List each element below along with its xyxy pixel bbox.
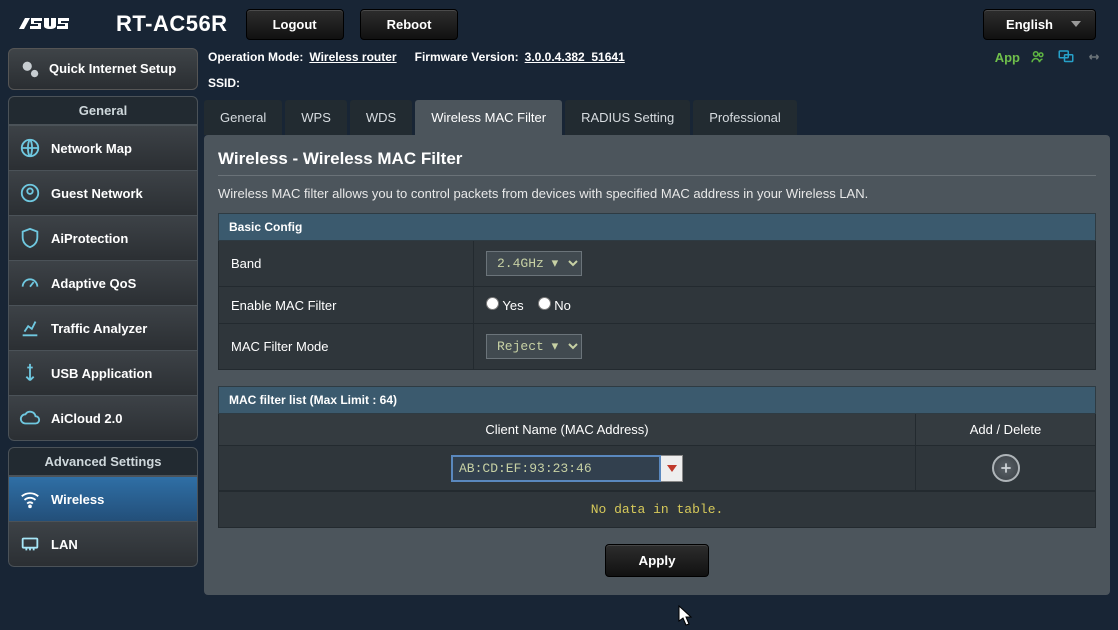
tab-radius[interactable]: RADIUS Setting bbox=[565, 100, 690, 135]
enable-yes-radio[interactable] bbox=[486, 297, 499, 310]
no-data-row: No data in table. bbox=[218, 491, 1096, 528]
model-name: RT-AC56R bbox=[116, 11, 228, 37]
enable-no-option[interactable]: No bbox=[538, 297, 571, 313]
tab-wps[interactable]: WPS bbox=[285, 100, 347, 135]
status-bar: Operation Mode: Wireless router Firmware… bbox=[204, 48, 1110, 96]
apply-button[interactable]: Apply bbox=[605, 544, 708, 577]
sidebar-item-wireless[interactable]: Wireless bbox=[8, 476, 198, 522]
band-label: Band bbox=[219, 241, 474, 287]
sidebar-item-guest-network[interactable]: Guest Network bbox=[8, 171, 198, 216]
sidebar-item-network-map[interactable]: Network Map bbox=[8, 125, 198, 171]
mac-filter-list: MAC filter list (Max Limit : 64) Client … bbox=[218, 386, 1096, 491]
screens-icon[interactable] bbox=[1056, 48, 1076, 66]
tab-general[interactable]: General bbox=[204, 100, 282, 135]
sidebar-item-label: Wireless bbox=[51, 492, 104, 507]
logout-button[interactable]: Logout bbox=[246, 9, 344, 40]
tab-professional[interactable]: Professional bbox=[693, 100, 797, 135]
top-bar: RT-AC56R Logout Reboot English bbox=[0, 0, 1118, 48]
plus-icon bbox=[999, 461, 1013, 475]
language-select[interactable]: English bbox=[983, 9, 1096, 40]
sidebar-item-traffic-analyzer[interactable]: Traffic Analyzer bbox=[8, 306, 198, 351]
sidebar-item-label: Adaptive QoS bbox=[51, 276, 136, 291]
page-title: Wireless - Wireless MAC Filter bbox=[218, 149, 1096, 169]
col-client: Client Name (MAC Address) bbox=[219, 414, 916, 446]
add-button[interactable] bbox=[992, 454, 1020, 482]
chevron-down-icon bbox=[1071, 21, 1081, 27]
divider bbox=[218, 175, 1096, 176]
gears-icon bbox=[19, 58, 41, 80]
mac-combo bbox=[451, 455, 683, 482]
op-mode-link[interactable]: Wireless router bbox=[309, 50, 396, 64]
fw-label: Firmware Version: bbox=[415, 50, 519, 64]
globe-user-icon bbox=[19, 182, 41, 204]
content-panel: Wireless - Wireless MAC Filter Wireless … bbox=[204, 135, 1110, 595]
sidebar-item-label: Traffic Analyzer bbox=[51, 321, 147, 336]
basic-config-header: Basic Config bbox=[219, 214, 1096, 241]
cursor-icon bbox=[678, 605, 694, 630]
sidebar-item-label: Network Map bbox=[51, 141, 132, 156]
mac-dropdown-button[interactable] bbox=[661, 455, 683, 482]
sidebar-general-header: General bbox=[8, 96, 198, 125]
usb-status-icon[interactable] bbox=[1084, 48, 1104, 66]
usb-icon bbox=[19, 362, 41, 384]
op-mode-label: Operation Mode: bbox=[208, 50, 303, 64]
enable-yes-option[interactable]: Yes bbox=[486, 297, 524, 313]
band-select[interactable]: 2.4GHz ▾ bbox=[486, 251, 582, 276]
chart-icon bbox=[19, 317, 41, 339]
sidebar-advanced-group: Wireless LAN bbox=[8, 476, 198, 567]
page-desc: Wireless MAC filter allows you to contro… bbox=[218, 186, 1096, 201]
tabs: General WPS WDS Wireless MAC Filter RADI… bbox=[204, 100, 1110, 135]
mode-label: MAC Filter Mode bbox=[219, 324, 474, 370]
sidebar-general-group: Network Map Guest Network AiProtection A… bbox=[8, 125, 198, 441]
status-icons: App bbox=[995, 48, 1104, 66]
brand bbox=[18, 12, 88, 36]
sidebar-item-usb-application[interactable]: USB Application bbox=[8, 351, 198, 396]
sidebar-item-label: AiProtection bbox=[51, 231, 128, 246]
chevron-down-icon bbox=[667, 465, 677, 472]
sidebar-item-aiprotection[interactable]: AiProtection bbox=[8, 216, 198, 261]
sidebar-item-label: LAN bbox=[51, 537, 78, 552]
sidebar-item-label: AiCloud 2.0 bbox=[51, 411, 123, 426]
basic-config-table: Basic Config Band 2.4GHz ▾ Enable MAC Fi… bbox=[218, 213, 1096, 370]
language-label: English bbox=[1006, 17, 1053, 32]
cloud-icon bbox=[19, 407, 41, 429]
filter-list-header: MAC filter list (Max Limit : 64) bbox=[219, 387, 1096, 414]
sidebar-item-label: Guest Network bbox=[51, 186, 143, 201]
sidebar-item-label: USB Application bbox=[51, 366, 152, 381]
enable-no-radio[interactable] bbox=[538, 297, 551, 310]
sidebar: Quick Internet Setup General Network Map… bbox=[8, 48, 198, 595]
tab-wds[interactable]: WDS bbox=[350, 100, 412, 135]
enable-label: Enable MAC Filter bbox=[219, 287, 474, 324]
mac-input[interactable] bbox=[451, 455, 661, 482]
mode-select[interactable]: Reject ▾ bbox=[486, 334, 582, 359]
asus-logo-icon bbox=[18, 12, 88, 36]
col-action: Add / Delete bbox=[916, 414, 1096, 446]
ethernet-icon bbox=[19, 533, 41, 555]
sidebar-qis[interactable]: Quick Internet Setup bbox=[8, 48, 198, 90]
sidebar-qis-label: Quick Internet Setup bbox=[49, 62, 176, 77]
globe-icon bbox=[19, 137, 41, 159]
sidebar-item-adaptive-qos[interactable]: Adaptive QoS bbox=[8, 261, 198, 306]
gauge-icon bbox=[19, 272, 41, 294]
sidebar-item-aicloud[interactable]: AiCloud 2.0 bbox=[8, 396, 198, 441]
ssid-label: SSID: bbox=[208, 76, 240, 90]
shield-icon bbox=[19, 227, 41, 249]
clients-icon[interactable] bbox=[1028, 48, 1048, 66]
app-wrap: Quick Internet Setup General Network Map… bbox=[0, 48, 1118, 595]
sidebar-item-lan[interactable]: LAN bbox=[8, 522, 198, 567]
tab-mac-filter[interactable]: Wireless MAC Filter bbox=[415, 100, 562, 135]
wifi-icon bbox=[19, 488, 41, 510]
sidebar-advanced-header: Advanced Settings bbox=[8, 447, 198, 476]
app-link[interactable]: App bbox=[995, 50, 1020, 65]
main-panel: Operation Mode: Wireless router Firmware… bbox=[204, 48, 1110, 595]
fw-link[interactable]: 3.0.0.4.382_51641 bbox=[525, 50, 625, 64]
reboot-button[interactable]: Reboot bbox=[360, 9, 459, 40]
